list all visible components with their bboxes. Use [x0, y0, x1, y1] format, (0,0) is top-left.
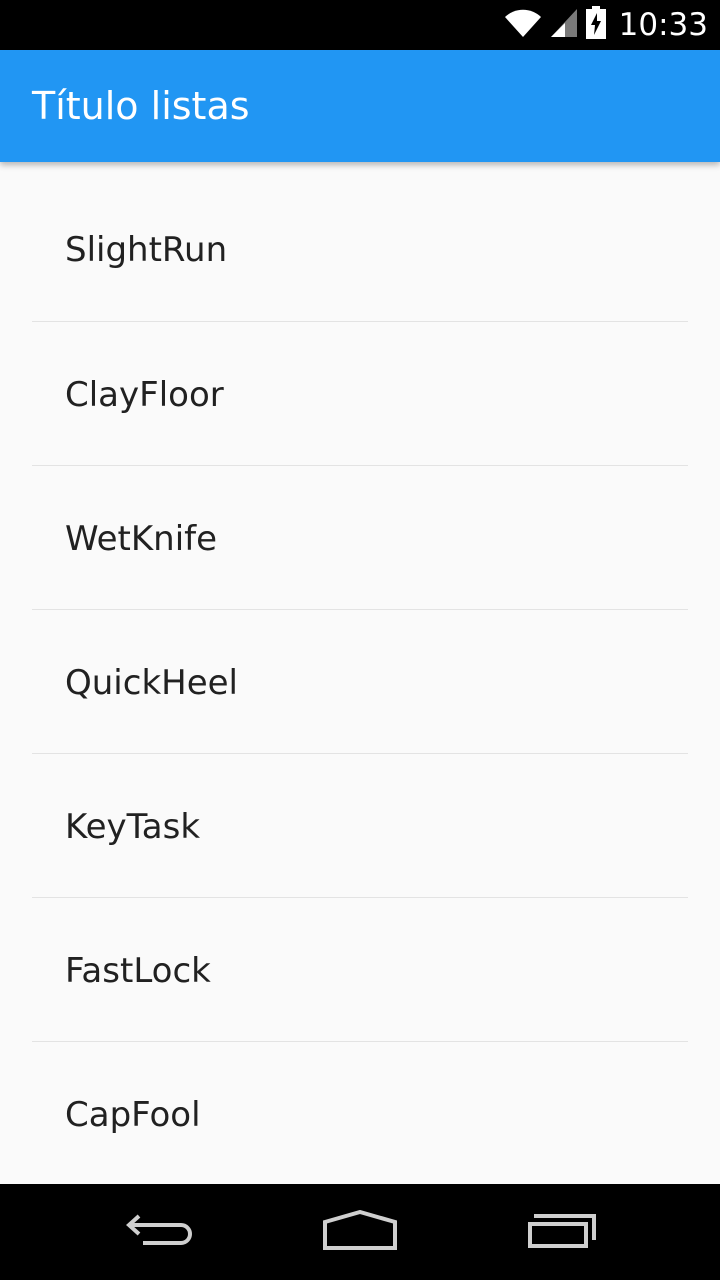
list-item-label: KeyTask: [65, 807, 201, 847]
status-time: 10:33: [618, 7, 708, 43]
item-list: SlightRun ClayFloor WetKnife QuickHeel K…: [0, 162, 720, 1184]
recents-icon: [526, 1210, 598, 1254]
navigation-bar: [0, 1184, 720, 1280]
signal-icon: [549, 7, 579, 43]
list-item[interactable]: KeyTask: [32, 754, 688, 898]
recents-button[interactable]: [492, 1184, 632, 1280]
status-bar: 10:33: [0, 0, 720, 50]
home-button[interactable]: [290, 1184, 430, 1280]
app-bar: Título listas: [0, 50, 720, 162]
list-item-label: WetKnife: [65, 519, 218, 559]
battery-charging-icon: [585, 6, 607, 44]
list-item[interactable]: QuickHeel: [32, 610, 688, 754]
list-item[interactable]: WetKnife: [32, 466, 688, 610]
list-item-label: ClayFloor: [65, 375, 224, 415]
list-item[interactable]: FastLock: [32, 898, 688, 1042]
list-item[interactable]: ClayFloor: [32, 322, 688, 466]
screen: 10:33 Título listas SlightRun ClayFloor …: [0, 0, 720, 1280]
home-icon: [322, 1209, 398, 1254]
back-icon: [125, 1212, 195, 1252]
list-item-label: SlightRun: [65, 230, 228, 270]
wifi-icon: [503, 7, 543, 43]
list-item-label: CapFool: [65, 1095, 201, 1135]
list-item[interactable]: CapFool: [32, 1042, 688, 1184]
status-icons: 10:33: [503, 0, 708, 50]
app-title: Título listas: [32, 84, 250, 128]
list-item[interactable]: SlightRun: [32, 162, 688, 322]
back-button[interactable]: [90, 1184, 230, 1280]
list-item-label: QuickHeel: [65, 663, 238, 703]
list-item-label: FastLock: [65, 951, 211, 991]
